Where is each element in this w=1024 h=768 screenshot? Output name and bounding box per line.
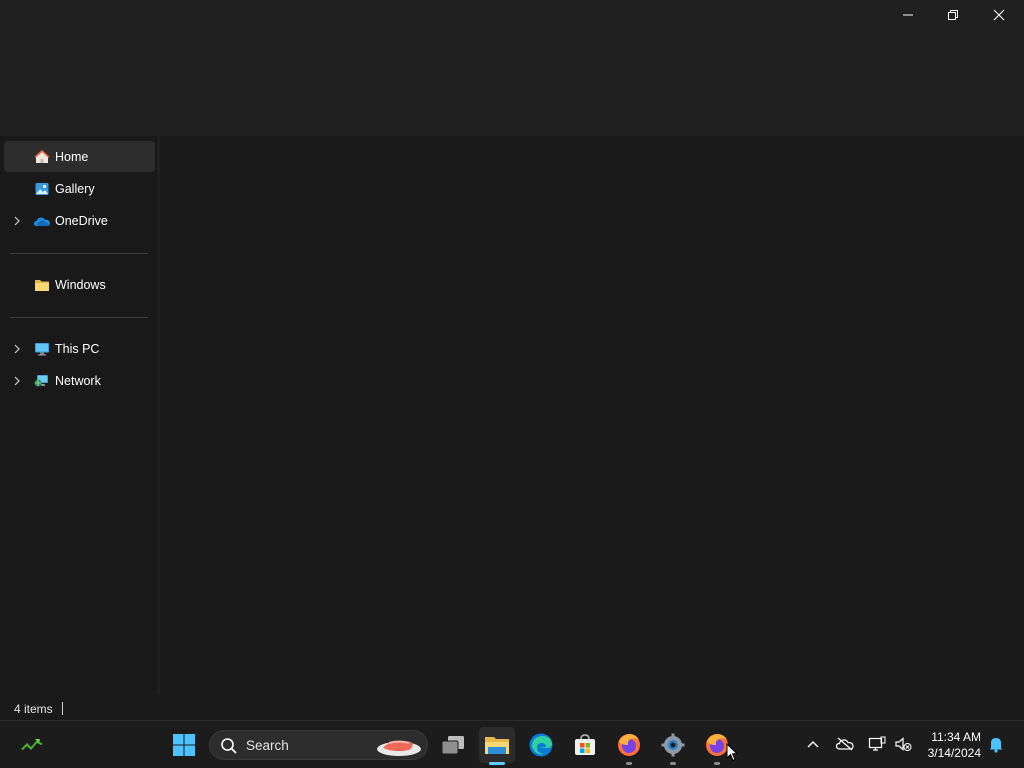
- bell-icon: [989, 738, 1003, 753]
- home-icon: [33, 148, 51, 166]
- search-highlight-icon: [377, 740, 421, 756]
- search-box[interactable]: Search: [209, 730, 428, 760]
- nav-label-this-pc: This PC: [55, 341, 100, 356]
- settings-icon: [661, 733, 685, 757]
- nav-divider: [10, 253, 148, 254]
- start-button[interactable]: [166, 727, 202, 763]
- minimize-icon: [903, 14, 913, 16]
- start-icon: [173, 734, 195, 756]
- taskbar-file-explorer[interactable]: [479, 727, 515, 765]
- running-indicator: [626, 762, 632, 765]
- edge-icon: [529, 733, 553, 757]
- search-placeholder: Search: [246, 738, 289, 753]
- item-count: 4 items: [14, 702, 53, 716]
- minimize-button[interactable]: [885, 0, 931, 30]
- firefox-icon: [618, 734, 640, 756]
- file-list-area[interactable]: [160, 136, 1024, 694]
- volume-muted-icon: [895, 737, 912, 751]
- nav-label-gallery: Gallery: [55, 181, 95, 196]
- chevron-right-icon[interactable]: [12, 376, 22, 386]
- gallery-icon: [33, 180, 51, 198]
- task-view-icon: [441, 736, 464, 755]
- folder-icon: [33, 276, 51, 294]
- notifications-button[interactable]: [985, 733, 1007, 755]
- network-icon: [33, 372, 51, 390]
- this-pc-icon: [33, 340, 51, 358]
- title-bar: [0, 0, 1024, 136]
- widgets-icon: [21, 739, 43, 750]
- search-icon: [221, 738, 237, 754]
- nav-label-home: Home: [55, 149, 89, 164]
- taskbar-edge[interactable]: [523, 727, 559, 763]
- close-icon: [993, 9, 1005, 21]
- clock-time: 11:34 AM: [931, 730, 981, 744]
- chevron-right-icon[interactable]: [12, 344, 22, 354]
- running-indicator: [489, 762, 505, 765]
- running-indicator: [670, 762, 676, 765]
- task-view-button[interactable]: [435, 727, 471, 763]
- nav-item-network[interactable]: Network: [4, 365, 155, 396]
- nav-item-windows[interactable]: Windows: [4, 269, 155, 300]
- restore-button[interactable]: [930, 0, 976, 30]
- clock[interactable]: 11:34 AM 3/14/2024: [928, 729, 981, 761]
- network-status-button[interactable]: [866, 733, 888, 755]
- widgets-button[interactable]: [14, 727, 50, 763]
- taskbar: Search 11:34 AM 3/14/2024: [0, 720, 1024, 768]
- running-indicator: [714, 762, 720, 765]
- taskbar-firefox[interactable]: [611, 727, 647, 765]
- microsoft-store-icon: [575, 734, 595, 755]
- restore-icon: [948, 10, 958, 20]
- status-divider: [62, 702, 63, 715]
- nav-item-home[interactable]: Home: [4, 141, 155, 172]
- file-explorer-icon: [485, 737, 509, 754]
- navigation-pane[interactable]: Home Gallery OneDrive Windows This PC Ne…: [0, 136, 160, 694]
- nav-label-windows: Windows: [55, 277, 106, 292]
- nav-item-this-pc[interactable]: This PC: [4, 333, 155, 364]
- chevron-right-icon[interactable]: [12, 216, 22, 226]
- nav-item-onedrive[interactable]: OneDrive: [4, 205, 155, 236]
- nav-divider: [10, 317, 148, 318]
- nav-item-gallery[interactable]: Gallery: [4, 173, 155, 204]
- show-hidden-icons-button[interactable]: [802, 733, 824, 755]
- onedrive-status-button[interactable]: [834, 733, 856, 755]
- onedrive-offline-icon: [835, 737, 854, 751]
- mouse-cursor-icon: [726, 743, 738, 762]
- nav-label-network: Network: [55, 373, 101, 388]
- network-icon: [868, 736, 886, 751]
- onedrive-icon: [33, 212, 51, 230]
- taskbar-settings[interactable]: [655, 727, 691, 765]
- nav-label-onedrive: OneDrive: [55, 213, 108, 228]
- clock-date: 3/14/2024: [927, 746, 981, 760]
- volume-button[interactable]: [892, 733, 914, 755]
- close-button[interactable]: [976, 0, 1022, 30]
- taskbar-microsoft-store[interactable]: [567, 727, 603, 763]
- status-bar: 4 items: [0, 694, 1024, 720]
- chevron-up-icon: [807, 741, 819, 748]
